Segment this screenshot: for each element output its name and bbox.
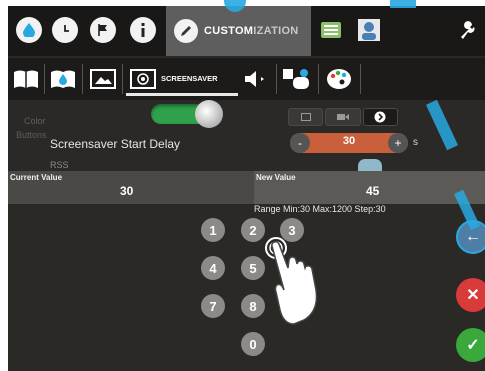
cloud-sun-icon[interactable] <box>280 66 314 92</box>
rss-label: RSS <box>50 160 69 170</box>
book-icon[interactable] <box>12 66 40 92</box>
tab-screensaver[interactable]: SCREENSAVER <box>126 64 238 96</box>
top-nav-bar: CUSTOMIZATION <box>8 6 485 56</box>
tab-customization-label: CUSTOMIZATION <box>204 25 299 37</box>
increment-button[interactable]: + <box>388 133 408 153</box>
confirm-button[interactable]: ✓ <box>456 328 485 362</box>
palette-icon[interactable] <box>322 66 356 92</box>
video-option-icon[interactable] <box>325 108 361 126</box>
screensaver-delay-label: Screensaver Start Delay <box>50 137 181 151</box>
tapping-hand-icon <box>265 237 318 325</box>
current-value-box: Current Value 30 <box>8 171 254 204</box>
separator <box>82 64 83 94</box>
image-icon[interactable] <box>88 66 118 92</box>
key-4[interactable]: 4 <box>201 256 225 280</box>
separator <box>44 64 45 94</box>
tab-screensaver-label: SCREENSAVER <box>161 74 218 83</box>
key-7[interactable]: 7 <box>201 294 225 318</box>
wrench-icon[interactable] <box>450 13 484 47</box>
info-icon[interactable] <box>126 13 160 47</box>
ghost-label: Buttons <box>16 130 47 140</box>
pencil-icon <box>174 19 198 43</box>
clock-icon[interactable] <box>48 13 82 47</box>
key-0[interactable]: 0 <box>241 332 265 356</box>
toggle-knob <box>195 100 223 128</box>
screensaver-delay-stepper[interactable]: - 30 + <box>290 133 408 153</box>
recipe-icon[interactable] <box>314 13 348 47</box>
delay-unit: s <box>413 137 418 148</box>
value-entry-header: Current Value 30 New Value 45 <box>8 171 485 204</box>
user-profile-icon[interactable] <box>352 13 386 47</box>
separator <box>318 64 319 94</box>
screensaver-type-selector <box>288 108 398 126</box>
cancel-button[interactable]: ✕ <box>456 278 485 312</box>
sub-nav-bar: SCREENSAVER <box>8 58 485 100</box>
key-1[interactable]: 1 <box>201 218 225 242</box>
separator <box>360 64 361 94</box>
separator <box>122 64 123 94</box>
new-value-label: New Value <box>256 173 296 182</box>
ghost-label: Color <box>24 116 46 126</box>
separator <box>276 64 277 94</box>
flag-icon[interactable] <box>86 13 120 47</box>
current-value-label: Current Value <box>10 173 63 182</box>
slideshow-option-icon[interactable] <box>362 108 398 126</box>
new-value-box: New Value 45 <box>254 171 485 204</box>
screensaver-toggle[interactable] <box>151 100 223 128</box>
new-value: 45 <box>366 184 380 198</box>
range-info: Range Min:30 Max:1200 Step:30 <box>254 204 386 214</box>
current-value: 30 <box>120 184 134 198</box>
app-screen: CUSTOMIZATION SCREENSAVER Color Buttons … <box>8 6 485 371</box>
book-water-icon[interactable] <box>48 66 78 92</box>
screensaver-settings-panel: Color Buttons Screensaver Start Delay - … <box>8 100 485 173</box>
screensaver-icon <box>130 68 156 89</box>
tab-customization[interactable]: CUSTOMIZATION <box>166 6 311 56</box>
screen-option-icon[interactable] <box>288 108 324 126</box>
water-drop-icon[interactable] <box>12 13 46 47</box>
speaker-icon[interactable] <box>242 66 272 92</box>
watermark-accent <box>390 0 416 8</box>
